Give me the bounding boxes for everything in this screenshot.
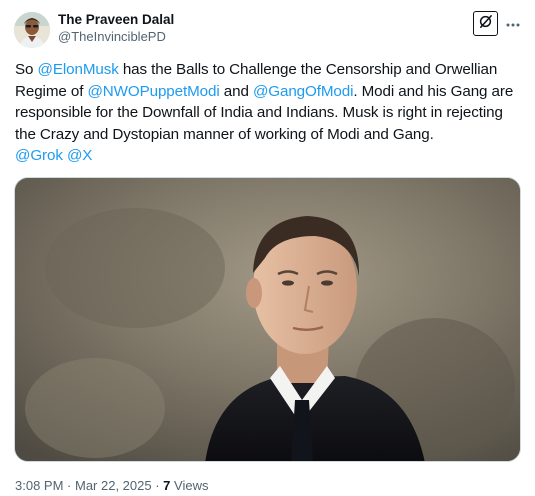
mention-link[interactable]: @NWOPuppetModi [87,83,219,100]
mention-link[interactable]: @Grok [15,147,63,164]
more-button[interactable] [505,13,521,33]
meta-separator: · [63,478,75,493]
tweet-date[interactable]: Mar 22, 2025 [75,478,152,493]
tweet-media-image[interactable] [14,177,521,462]
grok-icon [478,14,493,34]
views-label: Views [174,478,209,493]
mention-link[interactable]: @GangOfModi [253,83,354,100]
tweet-header: The Praveen Dalal @TheInvinciblePD [14,11,521,51]
tweet-time[interactable]: 3:08 PM [15,478,63,493]
tweet-text-segment: and [219,82,253,100]
views-count: 7 [163,478,171,493]
mention-link[interactable]: @X [67,147,92,164]
avatar[interactable] [14,12,50,48]
mention-link[interactable]: @ElonMusk [38,61,119,78]
tweet-meta: 3:08 PM · Mar 22, 2025 · 7 Views [15,478,208,494]
more-horizontal-icon [506,14,520,32]
author-names: The Praveen Dalal @TheInvinciblePD [58,11,174,46]
author-display-name[interactable]: The Praveen Dalal [58,11,174,28]
author-handle[interactable]: @TheInvinciblePD [58,28,174,46]
grok-button[interactable] [473,11,498,36]
meta-separator: · [151,478,164,493]
tweet-text-segment: So [15,61,38,78]
tweet-text: So @ElonMusk has the Balls to Challenge … [15,59,521,167]
